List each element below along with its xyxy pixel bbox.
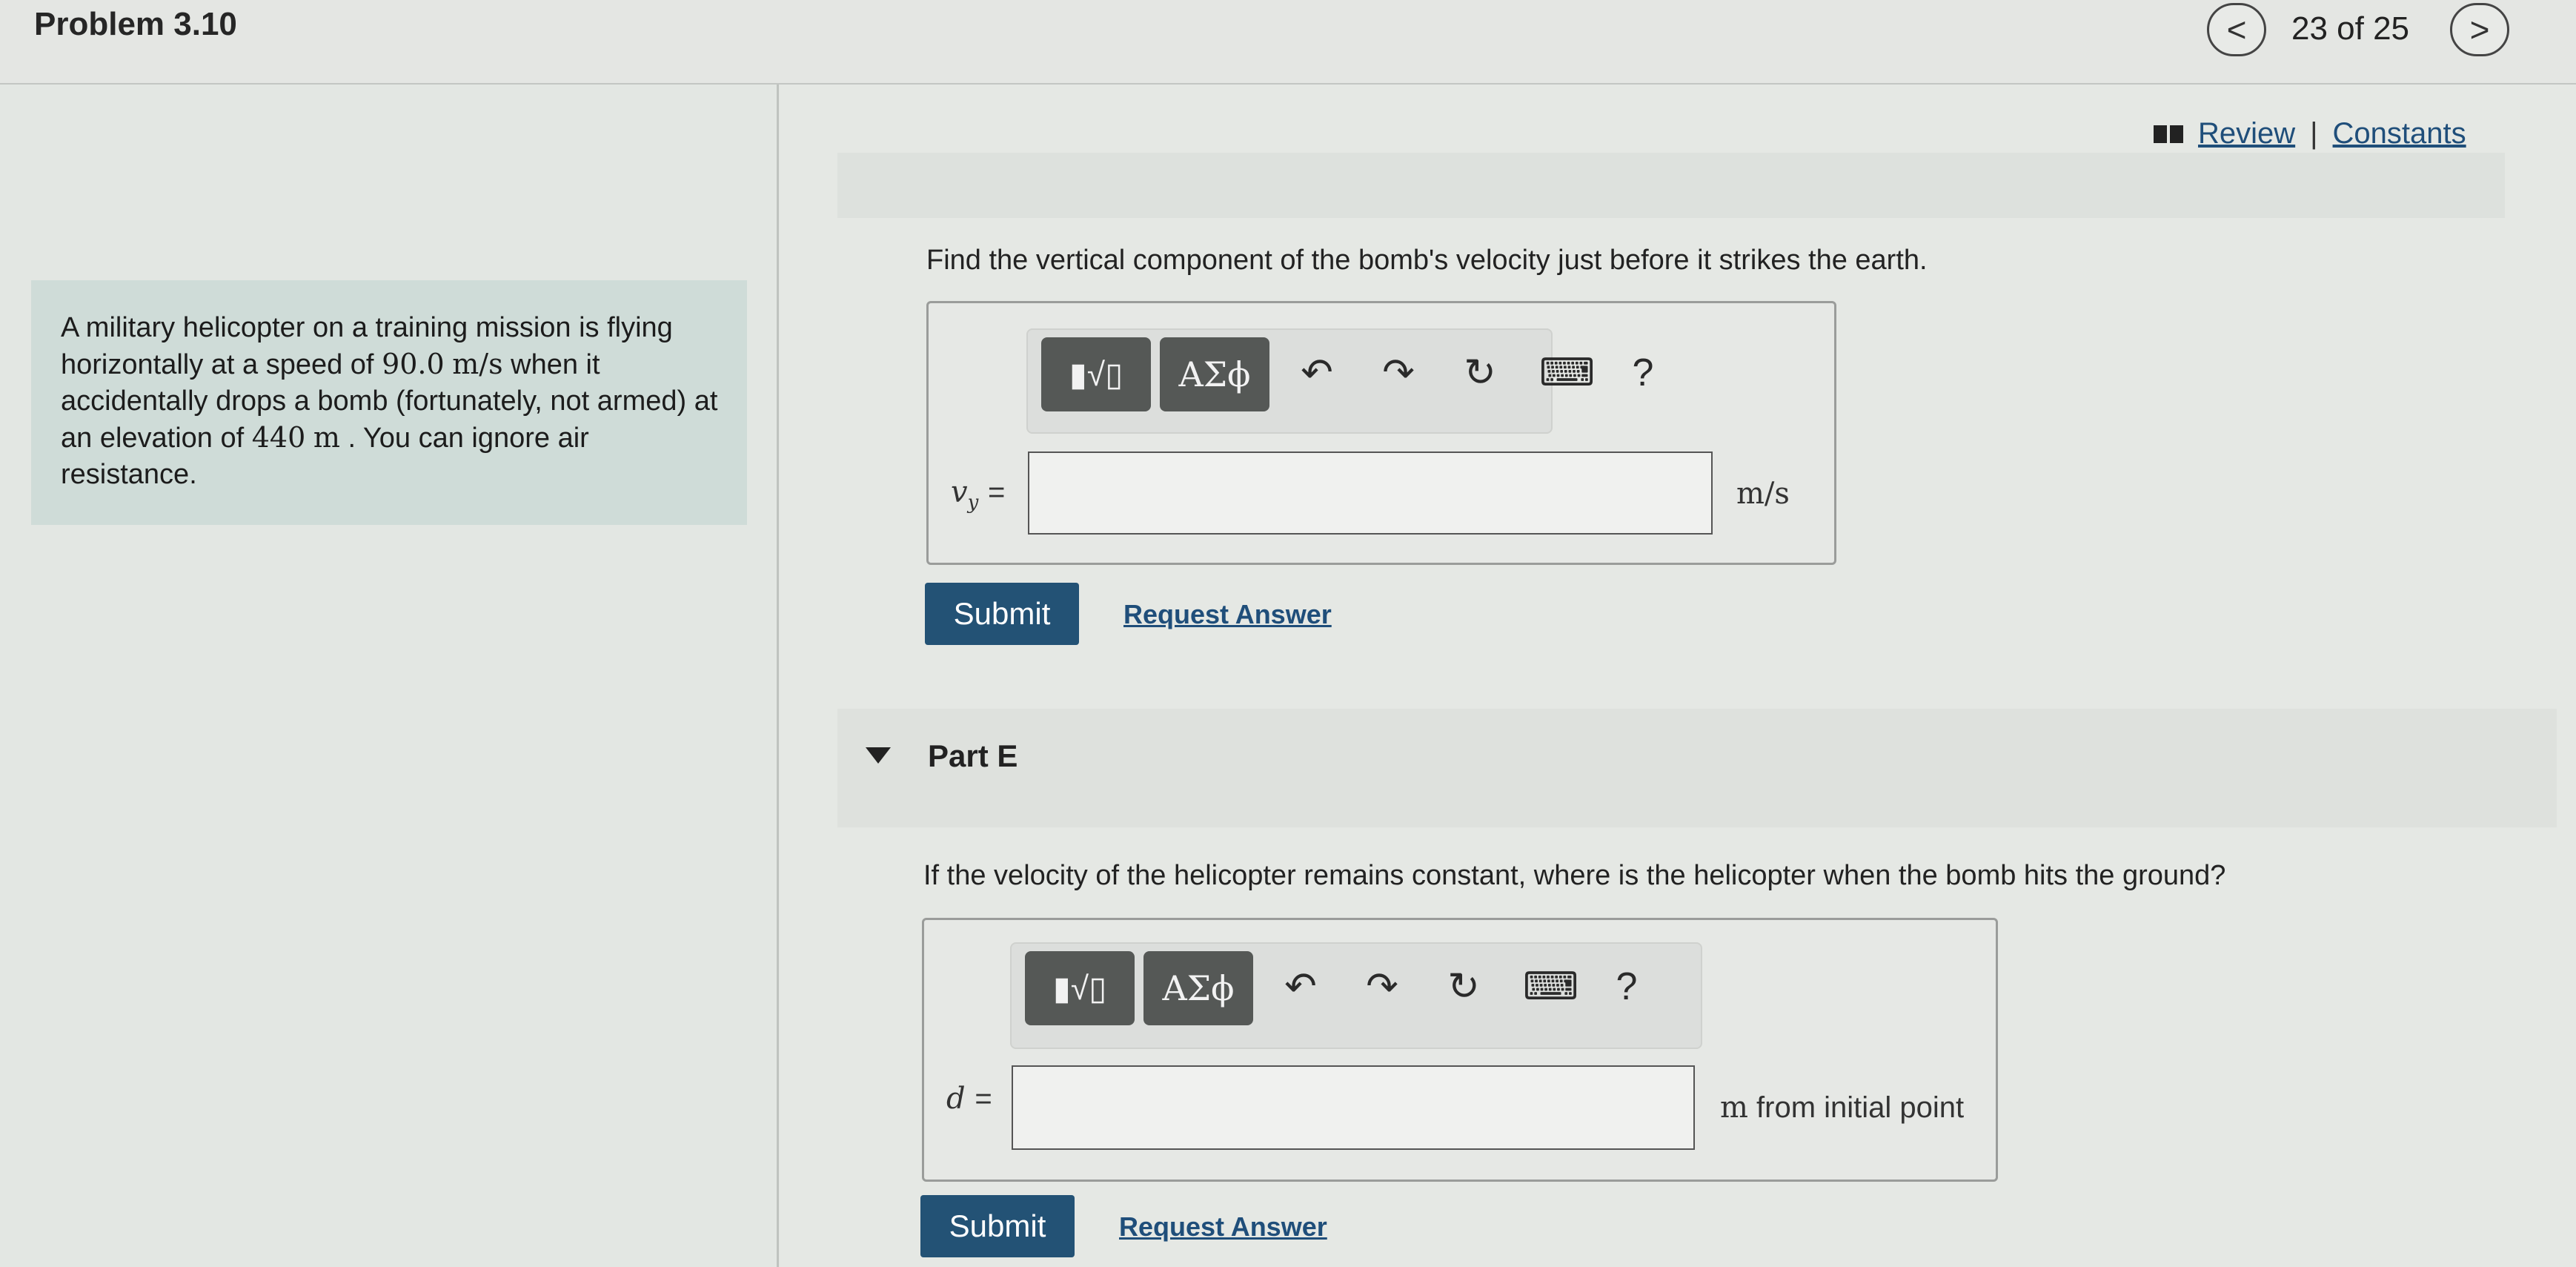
part-d-answer-box: ▮√▯ ΑΣϕ ↶ ↷ ↻ ⌨ ? vy = m/s [926, 301, 1836, 565]
part-d-header-band [837, 153, 2505, 218]
problem-context-box: A military helicopter on a training miss… [31, 280, 747, 525]
constants-link[interactable]: Constants [2333, 117, 2466, 150]
reset-icon[interactable]: ↻ [1458, 351, 1502, 395]
part-e-question: If the velocity of the helicopter remain… [923, 860, 2226, 891]
part-d-submit-button[interactable]: Submit [925, 583, 1079, 645]
top-bar: Problem 3.10 < 23 of 25 > [0, 0, 2576, 85]
distance-unit: m from initial point [1720, 1091, 1965, 1125]
part-e-math-toolbar: ▮√▯ ΑΣϕ ↶ ↷ ↻ ⌨ ? [1010, 942, 1702, 1049]
part-e-request-answer-link[interactable]: Request Answer [1119, 1211, 1327, 1243]
greek-symbols-button[interactable]: ΑΣϕ [1160, 337, 1269, 411]
review-constants-links: Review | Constants [2154, 117, 2466, 150]
book-icon [2154, 125, 2183, 143]
help-icon[interactable]: ? [1604, 965, 1649, 1009]
undo-icon[interactable]: ↶ [1278, 965, 1323, 1009]
keyboard-icon[interactable]: ⌨ [1539, 351, 1595, 395]
template-button[interactable]: ▮√▯ [1025, 951, 1135, 1025]
redo-icon[interactable]: ↷ [1360, 965, 1404, 1009]
collapse-triangle-icon [866, 747, 891, 764]
chevron-left-icon: < [2226, 10, 2247, 49]
velocity-input[interactable] [1028, 451, 1713, 535]
redo-icon[interactable]: ↷ [1376, 351, 1421, 395]
template-icon: ▮√▯ [1069, 356, 1123, 393]
part-d-math-toolbar: ▮√▯ ΑΣϕ ↶ ↷ ↻ ⌨ ? [1026, 328, 1653, 434]
reset-icon[interactable]: ↻ [1441, 965, 1486, 1009]
velocity-variable-label: vy = [951, 475, 1006, 514]
part-e-answer-box: ▮√▯ ΑΣϕ ↶ ↷ ↻ ⌨ ? d = m from initial poi… [922, 918, 1998, 1182]
template-icon: ▮√▯ [1052, 970, 1107, 1007]
distance-input[interactable] [1012, 1065, 1695, 1150]
problem-title: Problem 3.10 [34, 6, 237, 42]
chevron-right-icon: > [2469, 10, 2490, 49]
next-button[interactable]: > [2450, 3, 2509, 56]
problem-context-text: A military helicopter on a training miss… [61, 312, 718, 490]
part-d-request-answer-link[interactable]: Request Answer [1123, 599, 1332, 630]
part-e-submit-button[interactable]: Submit [920, 1195, 1075, 1257]
part-e-header[interactable]: Part E [837, 709, 2557, 827]
velocity-unit: m/s [1736, 477, 1790, 511]
greek-symbols-button[interactable]: ΑΣϕ [1143, 951, 1253, 1025]
part-d-question: Find the vertical component of the bomb'… [926, 245, 1928, 276]
distance-variable-label: d = [946, 1082, 992, 1116]
template-button[interactable]: ▮√▯ [1041, 337, 1151, 411]
left-pane: A military helicopter on a training miss… [0, 85, 779, 1267]
undo-icon[interactable]: ↶ [1295, 351, 1339, 395]
help-icon[interactable]: ? [1621, 351, 1665, 395]
page-count: 23 of 25 [2291, 10, 2410, 47]
previous-button[interactable]: < [2207, 3, 2266, 56]
keyboard-icon[interactable]: ⌨ [1523, 965, 1579, 1009]
part-e-title: Part E [928, 738, 1018, 773]
review-link[interactable]: Review [2198, 117, 2295, 150]
link-separator: | [2310, 117, 2318, 150]
